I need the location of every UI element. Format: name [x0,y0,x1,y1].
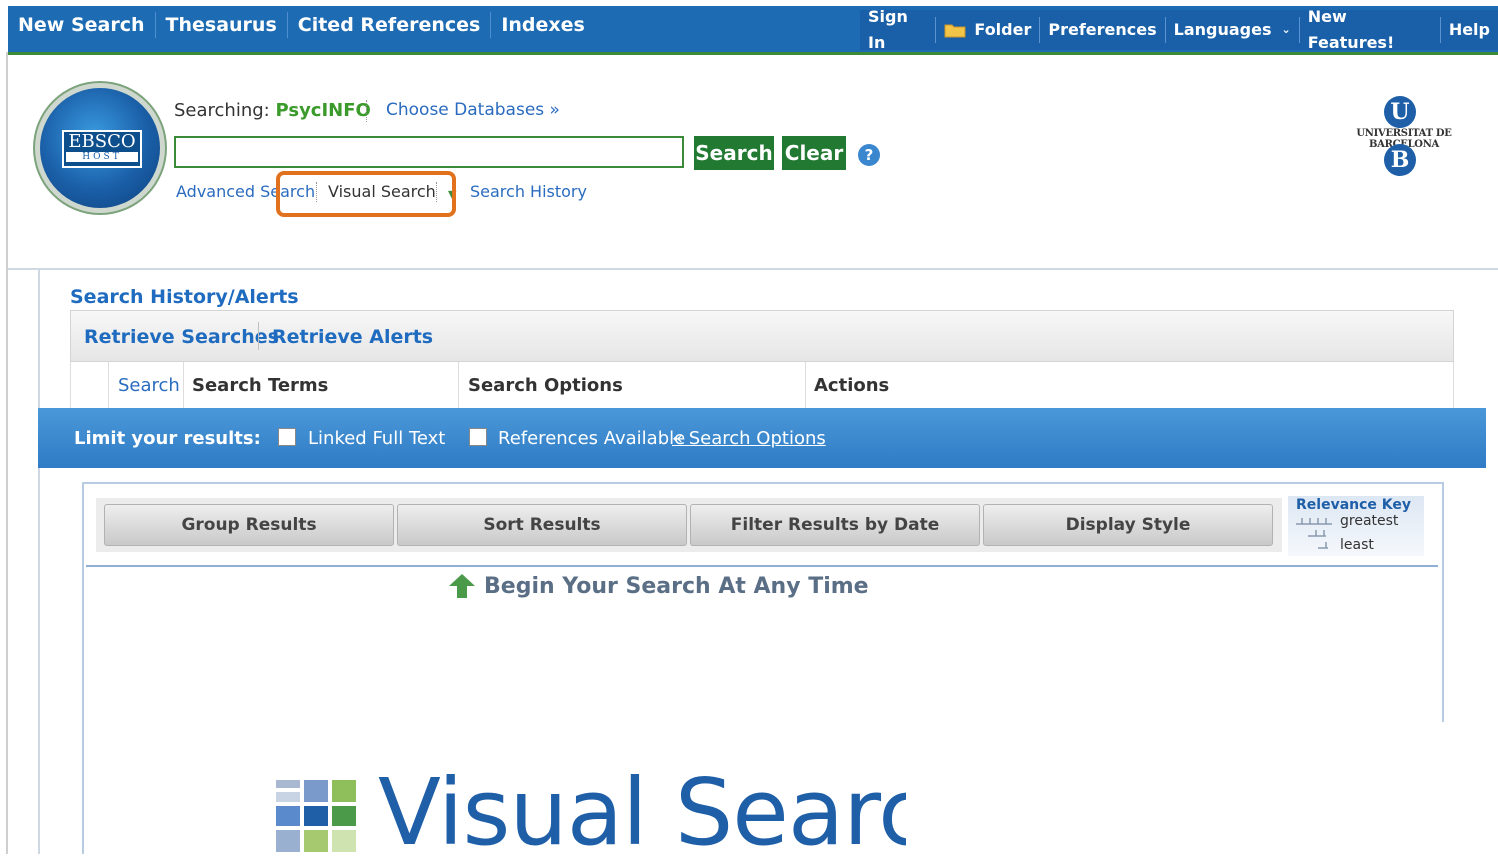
university-logo-u: U [1384,96,1416,128]
linked-full-text-label[interactable]: Linked Full Text [308,428,445,449]
column-divider [183,362,184,408]
search-history-link[interactable]: Search History [470,182,587,201]
nav-new-search[interactable]: New Search [8,12,156,38]
nav-indexes[interactable]: Indexes [491,12,595,38]
relevance-greatest-label: greatest [1340,513,1399,529]
top-nav-left: New Search Thesaurus Cited References In… [8,6,595,44]
help-icon[interactable]: ? [858,144,880,166]
searching-label: Searching: PsycINFO [174,100,371,121]
nav-thesaurus[interactable]: Thesaurus [156,12,288,38]
arrow-up-icon [449,574,475,598]
nav-help[interactable]: Help [1441,17,1498,43]
university-logo-b: B [1384,144,1416,176]
limit-results-label: Limit your results: [74,428,261,449]
references-available-label[interactable]: References Available [498,428,685,449]
nav-sign-in[interactable]: Sign In [860,7,937,52]
retrieve-alerts-link[interactable]: Retrieve Alerts [272,326,433,348]
nav-new-features[interactable]: New Features! [1300,7,1441,52]
header-divider [8,268,1498,270]
search-history-title[interactable]: Search History/Alerts [70,286,299,308]
visual-search-grid-icon [276,780,356,852]
search-input[interactable] [174,136,684,168]
choose-databases-link[interactable]: Choose Databases » [386,100,560,120]
sort-results-button[interactable]: Sort Results [397,504,687,546]
column-divider [108,362,109,408]
nav-languages[interactable]: Languages ⌄ [1166,17,1300,43]
image-cut-area [906,750,1498,860]
display-style-button[interactable]: Display Style [983,504,1273,546]
divider [366,100,368,122]
filter-by-date-button[interactable]: Filter Results by Date [690,504,980,546]
nav-languages-label: Languages [1173,20,1272,39]
nav-folder-label: Folder [974,20,1032,39]
relevance-bars-icon [1296,518,1332,549]
relevance-key-title: Relevance Key [1296,497,1412,513]
column-header-terms: Search Terms [192,375,329,396]
visual-search-logo-text: Visual Search [378,759,986,866]
results-divider [86,565,1438,567]
search-options-link[interactable]: « Search Options [672,428,826,449]
searching-prefix: Searching: [174,100,270,121]
column-header-actions: Actions [814,375,890,396]
folder-icon [944,24,966,38]
begin-search-message: Begin Your Search At Any Time [484,574,869,599]
chevron-down-icon: ⌄ [1281,23,1291,36]
nav-folder[interactable]: Folder [936,17,1041,43]
visual-search-highlight [276,171,456,217]
column-header-options: Search Options [468,375,623,396]
logo-name: EBSCO [68,131,136,152]
database-name: PsycINFO [275,100,371,121]
column-divider [458,362,459,408]
clear-button[interactable]: Clear [782,136,846,170]
relevance-least-label: least [1340,537,1374,553]
page-border-left [6,52,8,854]
top-nav-right: Sign In Folder Preferences Languages ⌄ N… [860,7,1498,52]
nav-cited-references[interactable]: Cited References [288,12,492,38]
column-header-search[interactable]: Search [118,375,180,396]
references-available-checkbox[interactable] [469,428,487,446]
retrieve-searches-link[interactable]: Retrieve Searches [84,326,279,348]
search-button[interactable]: Search [694,136,774,170]
content-border-left [38,270,40,854]
column-divider [805,362,806,408]
divider [258,322,259,350]
group-results-button[interactable]: Group Results [104,504,394,546]
ebsco-logo-text: EBSCO HOST [62,130,142,168]
nav-preferences[interactable]: Preferences [1040,17,1166,43]
linked-full-text-checkbox[interactable] [278,428,296,446]
logo-sub: HOST [66,152,138,162]
